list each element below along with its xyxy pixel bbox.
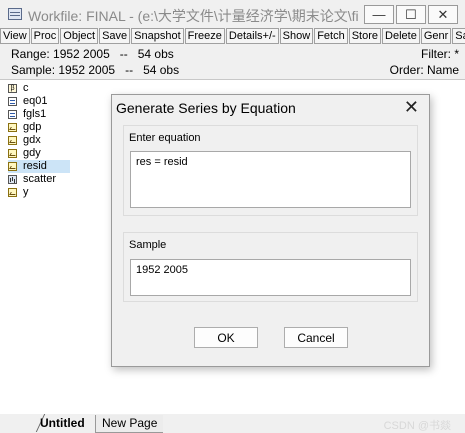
dialog-title: Generate Series by Equation bbox=[116, 100, 296, 116]
graph-icon bbox=[8, 175, 17, 184]
ok-button[interactable]: OK bbox=[194, 327, 258, 348]
series-icon bbox=[8, 136, 17, 145]
list-item-selected[interactable]: resid bbox=[8, 160, 70, 173]
equation-icon bbox=[8, 97, 17, 106]
view-button[interactable]: View bbox=[0, 28, 30, 44]
genr-button[interactable]: Genr bbox=[420, 28, 452, 44]
title-bar: Workfile: FINAL - (e:\大学文件\计量经济学\期末论文\fi… bbox=[0, 0, 465, 28]
object-name: gdp bbox=[23, 121, 42, 133]
equation-input[interactable]: res = resid bbox=[130, 151, 411, 208]
close-button[interactable]: ✕ bbox=[428, 5, 458, 24]
object-name: gdx bbox=[23, 134, 41, 146]
sample-input[interactable]: 1952 2005 bbox=[130, 259, 411, 296]
maximize-button[interactable]: ☐ bbox=[396, 5, 426, 24]
window-title: Workfile: FINAL - (e:\大学文件\计量经济学\期末论文\fi… bbox=[28, 8, 358, 24]
object-name: y bbox=[23, 186, 29, 198]
delete-button[interactable]: Delete bbox=[382, 28, 420, 44]
object-button[interactable]: Object bbox=[60, 28, 99, 44]
series-icon bbox=[8, 123, 17, 132]
object-name: scatter bbox=[23, 173, 57, 185]
sample-button[interactable]: Sam bbox=[452, 28, 465, 44]
cancel-button[interactable]: Cancel bbox=[284, 327, 348, 348]
filter-info[interactable]: Filter: * bbox=[421, 47, 459, 61]
range-info[interactable]: Range: 1952 2005 -- 54 obs bbox=[11, 47, 174, 61]
tab-untitled[interactable]: Untitled bbox=[40, 415, 85, 432]
generate-series-dialog: Generate Series by Equation ✕ Enter equa… bbox=[111, 94, 430, 367]
scalar-icon: β bbox=[8, 84, 17, 93]
equation-label: Enter equation bbox=[129, 132, 201, 144]
proc-button[interactable]: Proc bbox=[30, 28, 60, 44]
workfile-icon bbox=[8, 8, 22, 20]
details-button[interactable]: Details+/- bbox=[225, 28, 279, 44]
series-icon bbox=[8, 162, 17, 171]
watermark: CSDN @书燚 bbox=[383, 420, 451, 432]
sample-info[interactable]: Sample: 1952 2005 -- 54 obs bbox=[11, 63, 179, 77]
minimize-button[interactable]: — bbox=[364, 5, 394, 24]
series-icon bbox=[8, 149, 17, 158]
divider bbox=[0, 79, 465, 80]
tab-new-page[interactable]: New Page bbox=[95, 415, 164, 433]
object-name: c bbox=[23, 82, 29, 94]
freeze-button[interactable]: Freeze bbox=[184, 28, 225, 44]
sample-group: Sample 1952 2005 bbox=[123, 232, 418, 302]
store-button[interactable]: Store bbox=[348, 28, 382, 44]
show-button[interactable]: Show bbox=[279, 28, 314, 44]
page-tab-bar: Untitled New Page CSDN @书燚 bbox=[0, 414, 465, 433]
save-button[interactable]: Save bbox=[99, 28, 131, 44]
object-name: fgls1 bbox=[23, 108, 47, 120]
object-name: gdy bbox=[23, 147, 41, 159]
workfile-toolbar: View Proc Object Save Snapshot Freeze De… bbox=[0, 28, 465, 45]
sample-label: Sample bbox=[129, 239, 167, 251]
order-info[interactable]: Order: Name bbox=[390, 63, 459, 77]
workfile-info-bar: Range: 1952 2005 -- 54 obs Sample: 1952 … bbox=[0, 45, 465, 79]
snapshot-button[interactable]: Snapshot bbox=[131, 28, 184, 44]
dialog-close-icon[interactable]: ✕ bbox=[404, 97, 419, 118]
object-name: resid bbox=[23, 160, 47, 172]
series-icon bbox=[8, 188, 17, 197]
fetch-button[interactable]: Fetch bbox=[314, 28, 348, 44]
object-name: eq01 bbox=[23, 95, 48, 107]
equation-icon bbox=[8, 110, 17, 119]
equation-group: Enter equation res = resid bbox=[123, 125, 418, 216]
